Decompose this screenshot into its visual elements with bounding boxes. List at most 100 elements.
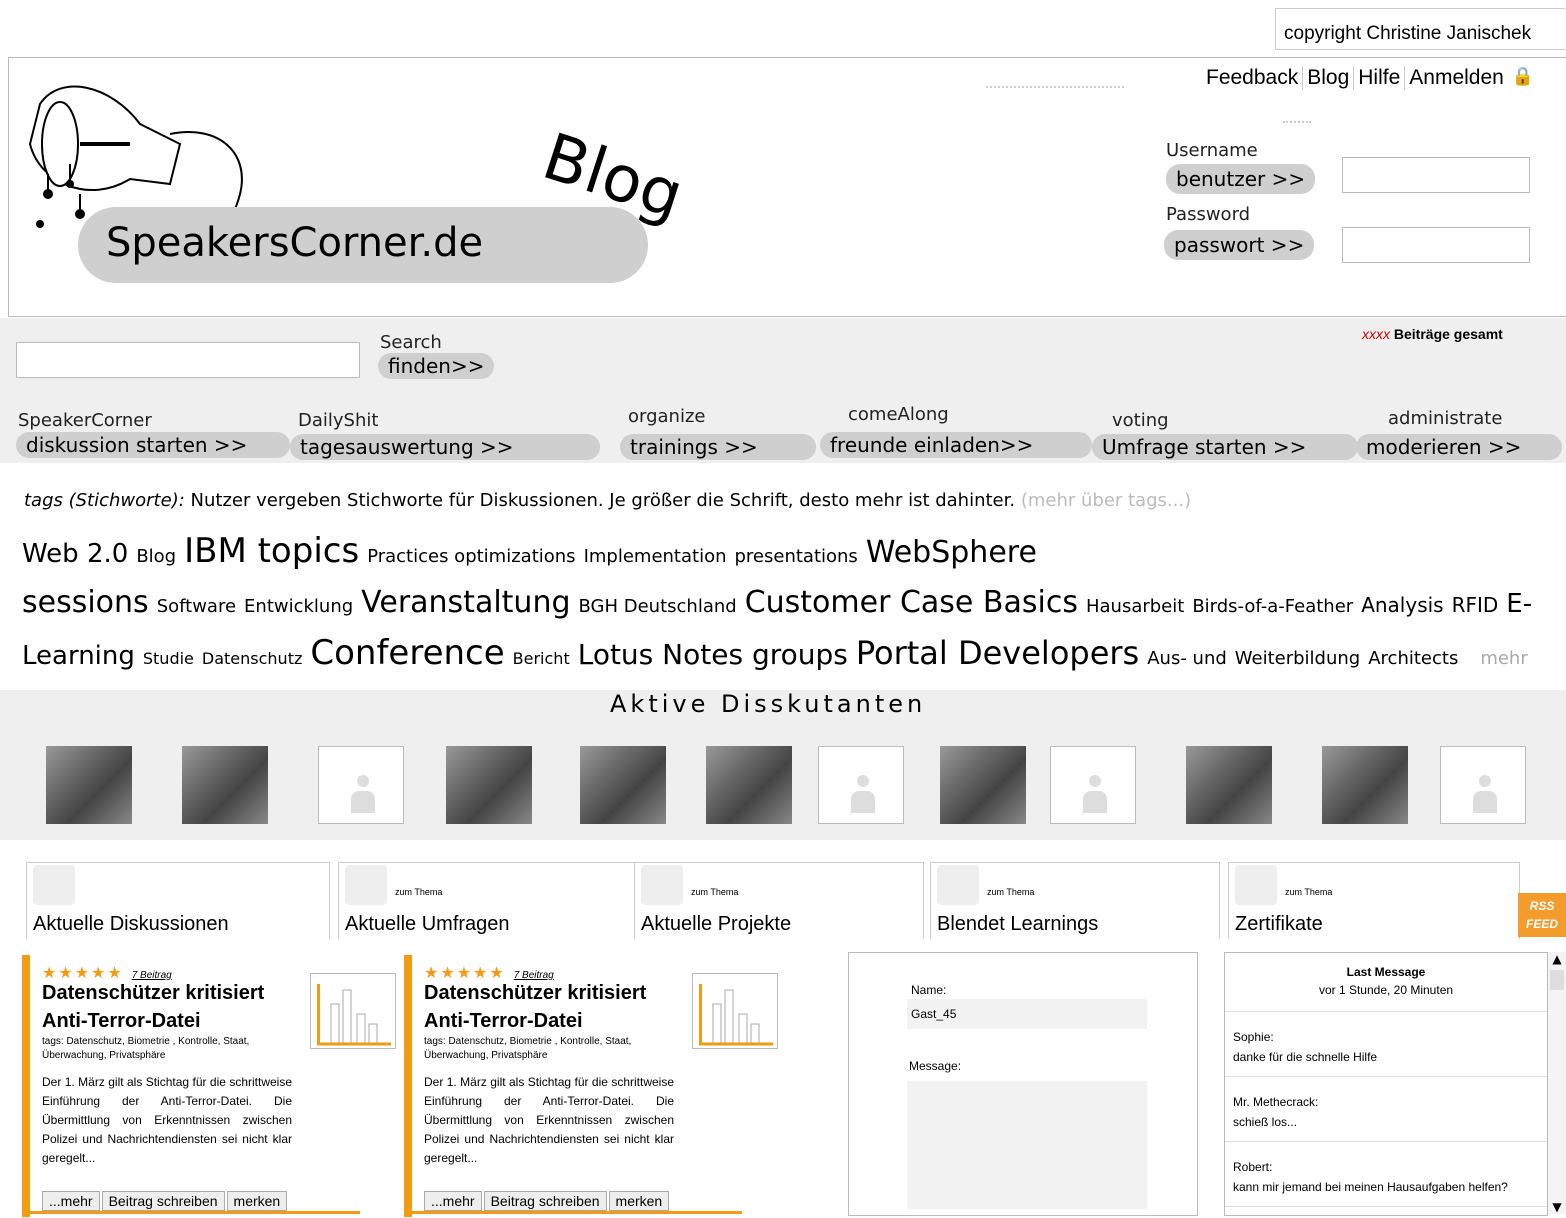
card-tags: tags: Datenschutz, Biometrie , Kontrolle…: [42, 1036, 250, 1061]
avatar[interactable]: [1440, 746, 1526, 824]
user-placeholder-icon: [857, 775, 869, 787]
card-tags: tags: Datenschutz, Biometrie , Kontrolle…: [424, 1036, 632, 1061]
search-label: Search: [380, 332, 442, 353]
nav-hilfe[interactable]: Hilfe: [1353, 66, 1404, 90]
copyright-notice: copyright Christine Janischek: [1275, 8, 1565, 50]
tag-link[interactable]: presentations: [735, 546, 858, 567]
card-headline[interactable]: Datenschützer kritisiert Anti-Terror-Dat…: [424, 979, 674, 1035]
avatar[interactable]: [46, 746, 132, 824]
chat-text: schieß los...: [1233, 1115, 1298, 1129]
tab-topic-label: zum Thema: [691, 887, 739, 897]
tab-title: Zertifikate: [1235, 913, 1323, 935]
tag-link[interactable]: Portal Developers: [856, 634, 1139, 672]
username-button[interactable]: benutzer >>: [1166, 164, 1316, 194]
more-button[interactable]: ...mehr: [424, 1191, 482, 1211]
tag-link[interactable]: Hausarbeit: [1086, 596, 1184, 617]
trainings-button[interactable]: trainings >>: [620, 434, 816, 460]
tag-link[interactable]: Blog: [136, 546, 176, 567]
avatar[interactable]: [1186, 746, 1272, 824]
tag-link[interactable]: Birds-of-a-Feather: [1192, 596, 1353, 617]
search-input[interactable]: [16, 342, 360, 378]
tag-link[interactable]: IBM topics: [184, 531, 359, 571]
avatar[interactable]: [1322, 746, 1408, 824]
tag-link[interactable]: Weiterbildung: [1235, 648, 1360, 669]
write-post-button[interactable]: Beitrag schreiben: [101, 1191, 225, 1211]
password-input[interactable]: [1342, 227, 1530, 263]
logo-text[interactable]: SpeakersCorner.de: [106, 220, 483, 266]
tab-4[interactable]: zum Thema Blendet Learnings: [930, 862, 1220, 939]
action-caption: voting: [1112, 410, 1169, 431]
tag-link[interactable]: Datenschutz: [202, 649, 302, 668]
tab-1[interactable]: Aktuelle Diskussionen: [26, 862, 330, 939]
start-poll-button[interactable]: Umfrage starten >>: [1092, 434, 1358, 460]
avatar[interactable]: [706, 746, 792, 824]
tab-5[interactable]: zum Thema Zertifikate: [1228, 862, 1520, 939]
rss-feed-button[interactable]: RSS FEED: [1518, 893, 1566, 937]
avatar[interactable]: [318, 746, 404, 824]
scroll-thumb[interactable]: [1550, 970, 1564, 990]
scroll-down-icon[interactable]: ▼: [1548, 1200, 1566, 1214]
tag-link[interactable]: Web 2.0: [22, 539, 128, 569]
daily-evaluation-button[interactable]: tagesauswertung >>: [290, 434, 600, 460]
nav-blog[interactable]: Blog: [1302, 66, 1353, 90]
action-caption: administrate: [1388, 408, 1503, 429]
nav-feedback[interactable]: Feedback: [1202, 66, 1302, 90]
user-placeholder-icon: [1089, 775, 1101, 787]
tab-3[interactable]: zum Thema Aktuelle Projekte: [634, 862, 924, 939]
tab-2[interactable]: zum Thema Aktuelle Umfragen: [338, 862, 640, 939]
divider: [412, 1211, 742, 1214]
chat-text: danke für die schnelle Hilfe: [1233, 1050, 1378, 1064]
tag-link[interactable]: RFID: [1452, 593, 1499, 617]
tag-link[interactable]: Conference: [310, 633, 504, 673]
rss-icon: [1235, 865, 1277, 905]
tag-link[interactable]: Customer Case Basics: [745, 585, 1078, 620]
rss-icon: [937, 865, 979, 905]
name-input[interactable]: Gast_45: [907, 999, 1147, 1029]
avatar[interactable]: [182, 746, 268, 824]
tag-link[interactable]: Lotus Notes groups: [578, 638, 848, 671]
tag-link[interactable]: Practices optimizations: [367, 546, 575, 567]
username-input[interactable]: [1342, 157, 1530, 193]
tag-link[interactable]: Implementation: [584, 546, 727, 567]
nav-anmelden[interactable]: Anmelden: [1404, 66, 1508, 90]
tag-link[interactable]: BGH Deutschland: [579, 596, 737, 617]
write-post-button[interactable]: Beitrag schreiben: [483, 1191, 607, 1211]
more-button[interactable]: ...mehr: [42, 1191, 100, 1211]
search-button[interactable]: finden>>: [378, 353, 495, 379]
tab-title: Aktuelle Projekte: [641, 913, 792, 935]
bookmark-button[interactable]: merken: [226, 1191, 288, 1211]
avatar[interactable]: [580, 746, 666, 824]
divider: [986, 86, 1124, 88]
tags-description: tags (Stichworte): Nutzer vergeben Stich…: [24, 490, 1191, 511]
name-label: Name:: [911, 983, 947, 997]
action-caption: DailyShit: [298, 410, 379, 431]
tag-link[interactable]: Software: [157, 596, 236, 617]
tag-link[interactable]: Entwicklung: [244, 596, 353, 617]
moderate-button[interactable]: moderieren >>: [1356, 434, 1562, 460]
tag-link[interactable]: Analysis: [1361, 593, 1443, 617]
tags-label: tags (Stichworte):: [24, 490, 185, 511]
card-headline[interactable]: Datenschützer kritisiert Anti-Terror-Dat…: [42, 979, 292, 1035]
avatar[interactable]: [940, 746, 1026, 824]
tag-link[interactable]: Aus- und: [1147, 648, 1227, 669]
tag-link[interactable]: Bericht: [513, 649, 570, 668]
message-textarea[interactable]: [907, 1081, 1147, 1209]
chat-time: vor 1 Stunde, 20 Minuten: [1225, 983, 1547, 1012]
chat-scrollbar[interactable]: ▲ ▼: [1548, 952, 1566, 1214]
avatar[interactable]: [818, 746, 904, 824]
divider: [1283, 121, 1311, 123]
password-button[interactable]: passwort >>: [1164, 230, 1315, 260]
scroll-up-icon[interactable]: ▲: [1548, 952, 1566, 966]
rss-label: RSS: [1529, 899, 1555, 913]
avatar[interactable]: [446, 746, 532, 824]
avatar[interactable]: [1050, 746, 1136, 824]
tag-link[interactable]: Veranstaltung: [361, 585, 570, 620]
more-about-tags-link[interactable]: (mehr über tags...): [1021, 490, 1191, 511]
bookmark-button[interactable]: merken: [608, 1191, 670, 1211]
tag-link[interactable]: Studie: [143, 649, 194, 668]
username-label: Username: [1166, 140, 1258, 161]
invite-friends-button[interactable]: freunde einladen>>: [820, 432, 1092, 458]
top-nav: Feedback Blog Hilfe Anmelden 🔒: [1202, 66, 1534, 90]
start-discussion-button[interactable]: diskussion starten >>: [16, 432, 290, 458]
tag-link[interactable]: Architects: [1368, 648, 1458, 669]
